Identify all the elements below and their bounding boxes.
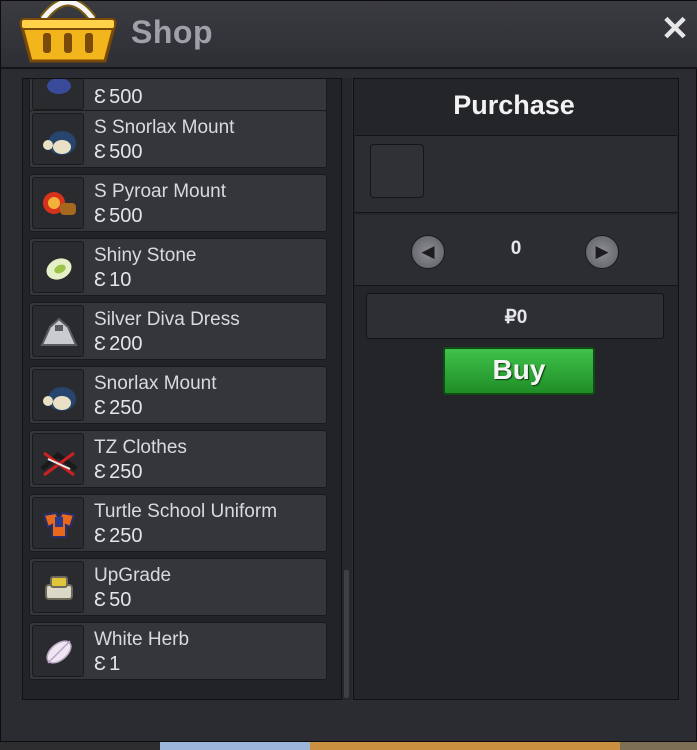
item-price: Ɛ 250	[94, 525, 143, 547]
item-price: Ɛ 10	[94, 269, 132, 291]
item-name: Snorlax Mount	[94, 373, 217, 394]
upgrade-icon	[32, 561, 84, 613]
pyroar-icon	[32, 177, 84, 229]
increase-quantity-button[interactable]: ▶	[585, 235, 619, 269]
chevron-right-icon: ▶	[595, 242, 609, 261]
item-price: Ɛ 500	[94, 205, 143, 227]
dress-icon	[32, 305, 84, 357]
currency-icon: Ɛ	[94, 461, 107, 483]
item-price: Ɛ 250	[94, 397, 143, 419]
item-name: Silver Diva Dress	[94, 309, 240, 330]
list-item[interactable]: Turtle School Uniform Ɛ 250	[29, 494, 327, 552]
currency-icon: Ɛ	[94, 141, 107, 163]
list-item[interactable]: Ɛ 500	[29, 79, 327, 113]
clothes-icon	[32, 433, 84, 485]
white-herb-icon	[32, 625, 84, 677]
selected-item-slot[interactable]	[370, 144, 424, 198]
currency-icon: Ɛ	[94, 589, 107, 611]
pokemon-partial-icon	[32, 79, 84, 110]
item-list[interactable]: Ɛ 500 S Snorlax Mount Ɛ 500 S Pyroar Mount…	[22, 78, 342, 700]
currency-icon: Ɛ	[94, 333, 107, 355]
snorlax-icon	[32, 369, 84, 421]
item-name: White Herb	[94, 629, 190, 650]
item-price: Ɛ 50	[94, 589, 132, 611]
purchase-title: Purchase	[453, 90, 575, 120]
item-name: S Snorlax Mount	[94, 117, 235, 138]
currency-icon: Ɛ	[94, 86, 107, 108]
list-item[interactable]: S Pyroar Mount Ɛ 500	[29, 174, 327, 232]
currency-icon: Ɛ	[94, 397, 107, 419]
item-price: Ɛ 250	[94, 461, 143, 483]
currency-icon: Ɛ	[94, 205, 107, 227]
quantity-value: 0	[510, 238, 522, 259]
basket-icon	[19, 1, 117, 63]
item-name: Turtle School Uniform	[94, 501, 278, 522]
item-name: TZ Clothes	[94, 437, 187, 458]
item-price: Ɛ1	[94, 653, 121, 675]
list-item[interactable]: UpGrade Ɛ 50	[29, 558, 327, 616]
item-price: Ɛ 500	[94, 86, 143, 108]
item-name: S Pyroar Mount	[94, 181, 226, 202]
currency-icon: Ɛ	[94, 269, 107, 291]
list-item[interactable]: S Snorlax Mount Ɛ 500	[29, 110, 327, 168]
currency-icon: Ɛ	[94, 525, 107, 547]
list-item[interactable]: Silver Diva Dress Ɛ 200	[29, 302, 327, 360]
item-price: Ɛ 500	[94, 141, 143, 163]
item-price: Ɛ 200	[94, 333, 143, 355]
background-strip	[0, 742, 697, 750]
item-name: Shiny Stone	[94, 245, 197, 266]
decrease-quantity-button[interactable]: ◀	[411, 235, 445, 269]
window-title: Shop	[131, 14, 213, 50]
total-price: ₽0	[504, 307, 528, 328]
snorlax-icon	[32, 113, 84, 165]
buy-button[interactable]: Buy	[443, 347, 595, 395]
chevron-left-icon: ◀	[421, 242, 435, 261]
shiny-stone-icon	[32, 241, 84, 293]
list-item[interactable]: Snorlax Mount Ɛ 250	[29, 366, 327, 424]
list-item[interactable]: Shiny Stone Ɛ 10	[29, 238, 327, 296]
currency-icon: Ɛ	[94, 653, 107, 675]
list-item[interactable]: TZ Clothes Ɛ 250	[29, 430, 327, 488]
item-name: UpGrade	[94, 565, 172, 586]
close-icon[interactable]: ✕	[659, 12, 691, 46]
scrollbar-thumb[interactable]	[344, 570, 349, 698]
total-price-box: ₽0	[366, 293, 664, 339]
list-item[interactable]: White Herb Ɛ1	[29, 622, 327, 680]
uniform-icon	[32, 497, 84, 549]
title-bar: Shop ✕	[1, 1, 697, 69]
